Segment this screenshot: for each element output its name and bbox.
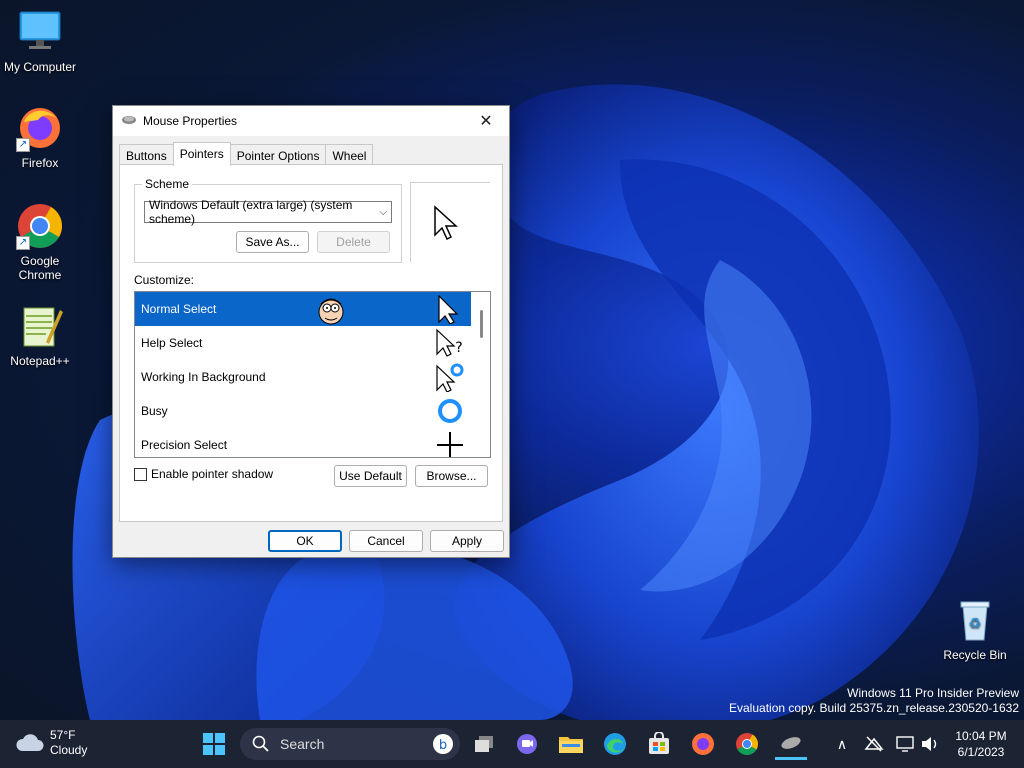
teams-chat-icon[interactable] <box>511 728 543 760</box>
mouse-settings-taskbar-icon[interactable] <box>775 728 807 760</box>
svg-text:b: b <box>439 738 447 753</box>
pointer-shadow-checkbox[interactable] <box>134 467 147 481</box>
scheme-group: Scheme Windows Default (extra large) (sy… <box>134 177 402 263</box>
pointer-preview <box>410 182 490 262</box>
chevron-up-icon[interactable]: ∧ <box>826 728 858 760</box>
busy-cursor-icon <box>438 399 462 423</box>
desktop-icon-label: Google Chrome <box>18 254 62 282</box>
customize-label: Customize: <box>134 273 195 287</box>
edge-icon[interactable] <box>599 728 631 760</box>
network-off-icon[interactable] <box>858 728 890 760</box>
pointer-name: Working In Background <box>141 370 266 384</box>
weather-temp: 57°F <box>50 728 76 742</box>
clock[interactable]: 10:04 PM 6/1/2023 <box>946 728 1016 760</box>
volume-icon[interactable] <box>914 728 946 760</box>
mouse-app-icon <box>121 114 137 128</box>
list-item[interactable]: Busy <box>135 394 471 428</box>
scheme-legend: Scheme <box>142 177 193 191</box>
firefox-taskbar-icon[interactable] <box>687 728 719 760</box>
use-default-button[interactable]: Use Default <box>334 465 407 487</box>
browse-button[interactable]: Browse... <box>415 465 488 487</box>
mouse-properties-dialog: Mouse Properties ✕ Buttons Pointers Poin… <box>112 105 510 558</box>
scheme-selected-value: Windows Default (extra large) (system sc… <box>149 198 353 226</box>
chrome-taskbar-icon[interactable] <box>731 728 763 760</box>
firefox-icon: ↗ <box>16 104 64 152</box>
recycle-bin-icon: ♻ <box>951 596 999 644</box>
desktop-icon-label: My Computer <box>3 60 77 74</box>
desktop-icon-notepadpp[interactable]: Notepad++ <box>0 302 80 368</box>
pointer-name: Precision Select <box>141 438 228 452</box>
task-view-icon[interactable] <box>468 728 500 760</box>
save-as-button[interactable]: Save As... <box>236 231 309 253</box>
chrome-icon: ↗ <box>16 202 64 250</box>
svg-text:?: ? <box>455 340 462 356</box>
list-item[interactable]: Help Select ? <box>135 326 471 360</box>
pointer-name: Help Select <box>141 336 203 350</box>
help-cursor-icon: ? <box>436 328 463 357</box>
tab-buttons[interactable]: Buttons <box>119 144 174 166</box>
shortcut-arrow-icon: ↗ <box>16 236 30 250</box>
list-item[interactable]: Precision Select <box>135 428 471 457</box>
clock-time: 10:04 PM <box>955 729 1007 743</box>
apply-button[interactable]: Apply <box>430 530 504 552</box>
scrollbar-thumb[interactable] <box>480 310 483 338</box>
crosshair-cursor-icon <box>437 432 463 457</box>
ok-button[interactable]: OK <box>268 530 342 552</box>
svg-text:♻: ♻ <box>969 616 982 632</box>
weather-widget[interactable]: 57°F Cloudy <box>16 728 87 758</box>
peter-griffin-sticker-icon <box>318 298 344 325</box>
cloud-icon <box>16 734 44 751</box>
bing-icon: b <box>433 734 453 754</box>
desktop-icon-firefox[interactable]: ↗ Firefox <box>0 104 80 170</box>
evaluation-watermark: Windows 11 Pro Insider Preview Evaluatio… <box>729 686 1019 716</box>
title-bar[interactable]: Mouse Properties ✕ <box>113 106 509 136</box>
chevron-down-icon: ⌵ <box>379 206 387 218</box>
arrow-cursor-icon <box>438 294 459 324</box>
shortcut-arrow-icon: ↗ <box>16 138 30 152</box>
close-icon[interactable]: ✕ <box>471 106 501 136</box>
store-icon[interactable] <box>643 728 675 760</box>
scheme-dropdown[interactable]: Windows Default (extra large) (system sc… <box>144 198 392 226</box>
notepadpp-icon <box>16 302 64 350</box>
search-label: Search <box>280 736 325 752</box>
tab-strip: Buttons Pointers Pointer Options Wheel <box>119 142 374 166</box>
desktop-icon-label: Recycle Bin <box>943 648 1007 662</box>
tab-pointers[interactable]: Pointers <box>172 142 231 166</box>
pointer-name: Normal Select <box>141 302 217 316</box>
cancel-button[interactable]: Cancel <box>349 530 423 552</box>
working-cursor-icon <box>436 363 464 392</box>
arrow-cursor-preview-icon <box>434 205 458 241</box>
pointer-shadow-row[interactable]: Enable pointer shadow <box>134 467 273 481</box>
pointer-list[interactable]: Normal Select Help Select ? Working In B… <box>134 291 491 458</box>
dialog-title: Mouse Properties <box>143 114 238 128</box>
desktop-icon-my-computer[interactable]: My Computer <box>0 8 80 74</box>
list-scrollbar[interactable] <box>473 292 490 457</box>
delete-button[interactable]: Delete <box>317 231 390 253</box>
windows-logo-icon <box>203 733 225 755</box>
pointers-tab-panel: Scheme Windows Default (extra large) (sy… <box>119 164 503 522</box>
taskbar-search[interactable]: Search b <box>240 728 460 760</box>
weather-desc: Cloudy <box>50 743 88 757</box>
desktop-icon-chrome[interactable]: ↗ Google Chrome <box>0 202 80 282</box>
tab-pointer-options[interactable]: Pointer Options <box>229 144 327 166</box>
desktop-icon-recycle-bin[interactable]: ♻ Recycle Bin <box>935 596 1015 662</box>
list-item[interactable]: Working In Background <box>135 360 471 394</box>
tab-wheel[interactable]: Wheel <box>325 144 374 166</box>
pointer-shadow-label: Enable pointer shadow <box>151 467 274 481</box>
desktop-icon-label: Notepad++ <box>10 354 70 368</box>
clock-date: 6/1/2023 <box>957 745 1005 759</box>
desktop-icon-label: Firefox <box>21 156 59 170</box>
search-icon <box>252 735 269 752</box>
pointer-name: Busy <box>141 404 168 418</box>
taskbar: 57°F Cloudy Search b ∧ 10:04 PM 6/1/2023 <box>0 720 1024 768</box>
file-explorer-icon[interactable] <box>555 728 587 760</box>
start-button[interactable] <box>198 728 230 760</box>
monitor-icon <box>16 8 64 56</box>
watermark-line-2: Evaluation copy. Build 25375.zn_release.… <box>729 701 1019 715</box>
watermark-line-1: Windows 11 Pro Insider Preview <box>847 686 1019 700</box>
list-item[interactable]: Normal Select <box>135 292 471 326</box>
